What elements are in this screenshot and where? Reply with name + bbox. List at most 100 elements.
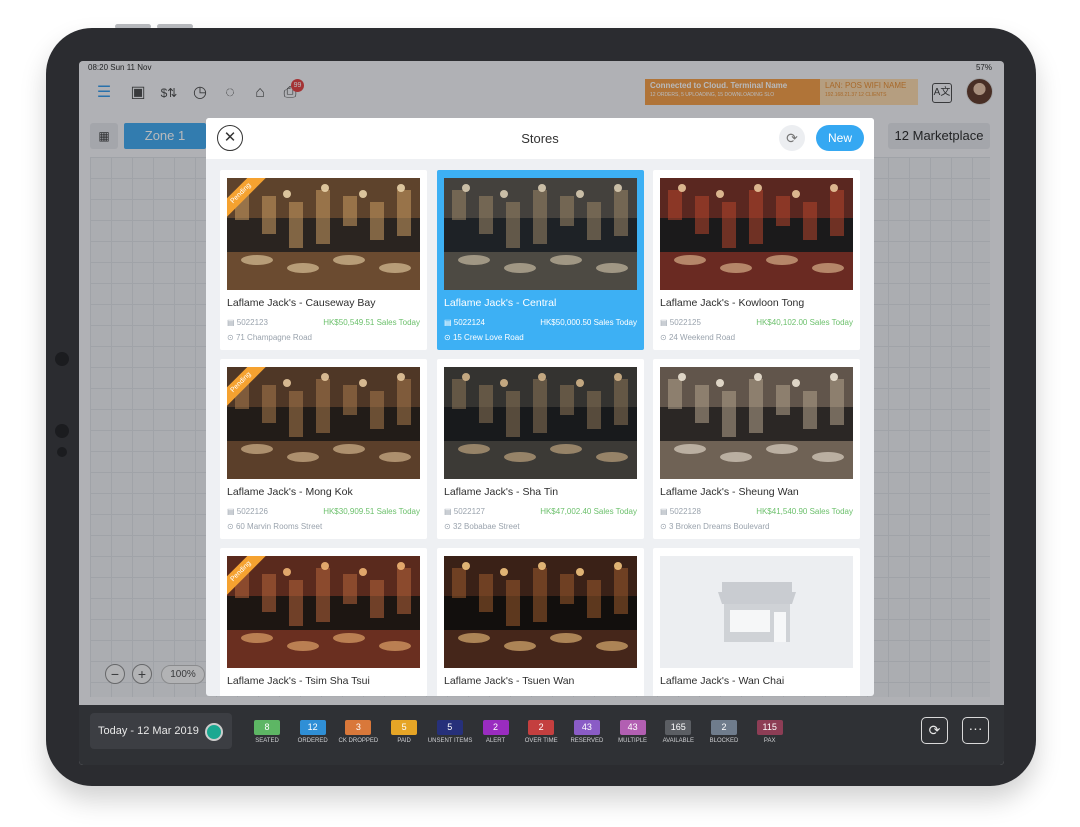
status-count: 5 [436,720,463,735]
register-icon: ▤ [660,507,670,516]
status-count: 2 [528,720,555,735]
status-filter[interactable]: 12 ORDERED [291,717,335,744]
status-label: OVER TIME [524,738,558,744]
store-code: ▤ 5022124 [444,318,485,327]
status-label: CK DROPPED [338,738,379,744]
bottom-status-bar: Today - 12 Mar 2019 8 SEATED 12 ORDERED 3 CK … [79,705,1004,765]
store-sales-today: HK$41,540.90 Sales Today [756,507,853,516]
store-name: Laflame Jack's - Tsuen Wan [444,675,575,687]
status-filter[interactable]: 8 SEATED [245,717,289,744]
store-photo [444,178,637,290]
status-filter[interactable]: 2 ALERT [474,717,518,744]
status-label: SEATED [255,738,279,744]
status-filter[interactable]: 2 BLOCKED [702,717,746,744]
store-code-value: 5022126 [236,507,268,516]
store-name: Laflame Jack's - Sheung Wan [660,486,799,498]
store-name: Laflame Jack's - Kowloon Tong [660,297,805,309]
store-photo: Pending [227,178,420,290]
store-code: ▤ 5022126 [227,507,268,516]
store-address: ⊙ 15 Crew Love Road [444,333,524,342]
register-icon: ▤ [444,507,454,516]
store-code-value: 5022125 [669,318,701,327]
status-filter[interactable]: 165 AVAILABLE [656,717,700,744]
store-photo [660,178,853,290]
register-icon: ▤ [227,507,237,516]
status-filter[interactable]: 2 OVER TIME [519,717,563,744]
store-address-value: 24 Weekend Road [668,333,736,342]
status-count: 165 [665,720,692,735]
store-sales-today: HK$50,549.51 Sales Today [323,318,420,327]
status-count: 2 [482,720,509,735]
new-store-button[interactable]: New [816,125,864,151]
store-card[interactable]: Laflame Jack's - Kowloon Tong ▤ 5022125 HK… [653,170,860,350]
status-label: BLOCKED [709,738,739,744]
status-label: AVAILABLE [662,738,695,744]
store-photo [444,556,637,668]
store-name: Laflame Jack's - Wan Chai [660,675,785,687]
status-label: MULTIPLE [618,738,648,744]
status-count: 8 [254,720,280,735]
status-filter[interactable]: 43 MULTIPLE [611,717,655,744]
hardware-dot [55,352,69,366]
store-name: Laflame Jack's - Mong Kok [227,486,353,498]
status-filter[interactable]: 43 RESERVED [565,717,609,744]
store-name: Laflame Jack's - Causeway Bay [227,297,376,309]
status-label: PAID [397,738,411,744]
status-count: 43 [573,720,600,735]
status-count: 5 [391,720,418,735]
status-label: UNSENT ITEMS [427,738,473,744]
register-icon: ▤ [660,318,670,327]
store-code: ▤ 5022128 [660,507,701,516]
store-code: ▤ 5022127 [444,507,485,516]
store-photo: Pending [227,367,420,479]
store-address: ⊙ 60 Marvin Rooms Street [227,522,322,531]
date-label: Today - 12 Mar 2019 [98,725,199,737]
store-card[interactable]: Pending Laflame Jack's - Mong Kok ▤ 502212… [220,359,427,539]
location-pin-icon: ⊙ [227,522,236,531]
date-status-indicator[interactable] [205,723,223,741]
status-filter[interactable]: 5 PAID [382,717,426,744]
store-code: ▤ 5022125 [660,318,701,327]
store-address-value: 60 Marvin Rooms Street [235,522,323,531]
store-address-value: 3 Broken Dreams Boulevard [668,522,770,531]
status-filter[interactable]: 3 CK DROPPED [336,717,380,744]
store-address: ⊙ 3 Broken Dreams Boulevard [660,522,769,531]
store-code: ▤ 5022123 [227,318,268,327]
store-name: Laflame Jack's - Sha Tin [444,486,559,498]
status-count: 2 [711,720,737,735]
stores-modal: ✕ Stores ⟳ New Pending Laflame Jack's - C… [206,118,874,696]
store-card[interactable]: Laflame Jack's - Wan Chai [653,548,860,696]
store-name: Laflame Jack's - Tsim Sha Tsui [227,675,370,687]
app-screen: 08:20 Sun 11 Nov 57% ☰ ▣ $⇅ ◷ ◌ ⌂ ⎙ 99 C… [79,61,1004,765]
store-card[interactable]: Laflame Jack's - Tsuen Wan [437,548,644,696]
status-label: ALERT [485,738,506,744]
status-count: 115 [756,720,783,735]
store-address-value: 15 Crew Love Road [452,333,524,342]
store-card[interactable]: Pending Laflame Jack's - Causeway Bay ▤ 50… [220,170,427,350]
location-pin-icon: ⊙ [227,333,236,342]
hardware-dot [55,424,69,438]
store-sales-today: HK$47,002.40 Sales Today [540,507,637,516]
more-icon[interactable]: ··· [962,717,989,744]
register-icon: ▤ [444,318,454,327]
sync-icon[interactable]: ⟳ [921,717,948,744]
status-filter[interactable]: 5 UNSENT ITEMS [428,717,472,744]
store-card[interactable]: Pending Laflame Jack's - Tsim Sha Tsui [220,548,427,696]
store-address: ⊙ 32 Bobabae Street [444,522,520,531]
location-pin-icon: ⊙ [660,333,669,342]
store-address: ⊙ 24 Weekend Road [660,333,735,342]
store-address-value: 71 Champagne Road [235,333,312,342]
modal-header: ✕ Stores ⟳ New [206,118,874,159]
store-sales-today: HK$40,102.00 Sales Today [756,318,853,327]
store-code-value: 5022123 [236,318,268,327]
store-name: Laflame Jack's - Central [444,297,557,309]
store-card[interactable]: Laflame Jack's - Sheung Wan ▤ 5022128 HK$4… [653,359,860,539]
status-label: RESERVED [570,738,604,744]
store-photo [660,556,853,668]
store-address-value: 32 Bobabae Street [452,522,520,531]
status-filter[interactable]: 115 PAX [748,717,792,744]
location-pin-icon: ⊙ [444,522,453,531]
store-card[interactable]: Laflame Jack's - Central ▤ 5022124 HK$50,0… [437,170,644,350]
store-card[interactable]: Laflame Jack's - Sha Tin ▤ 5022127 HK$47,0… [437,359,644,539]
refresh-icon[interactable]: ⟳ [779,125,805,151]
